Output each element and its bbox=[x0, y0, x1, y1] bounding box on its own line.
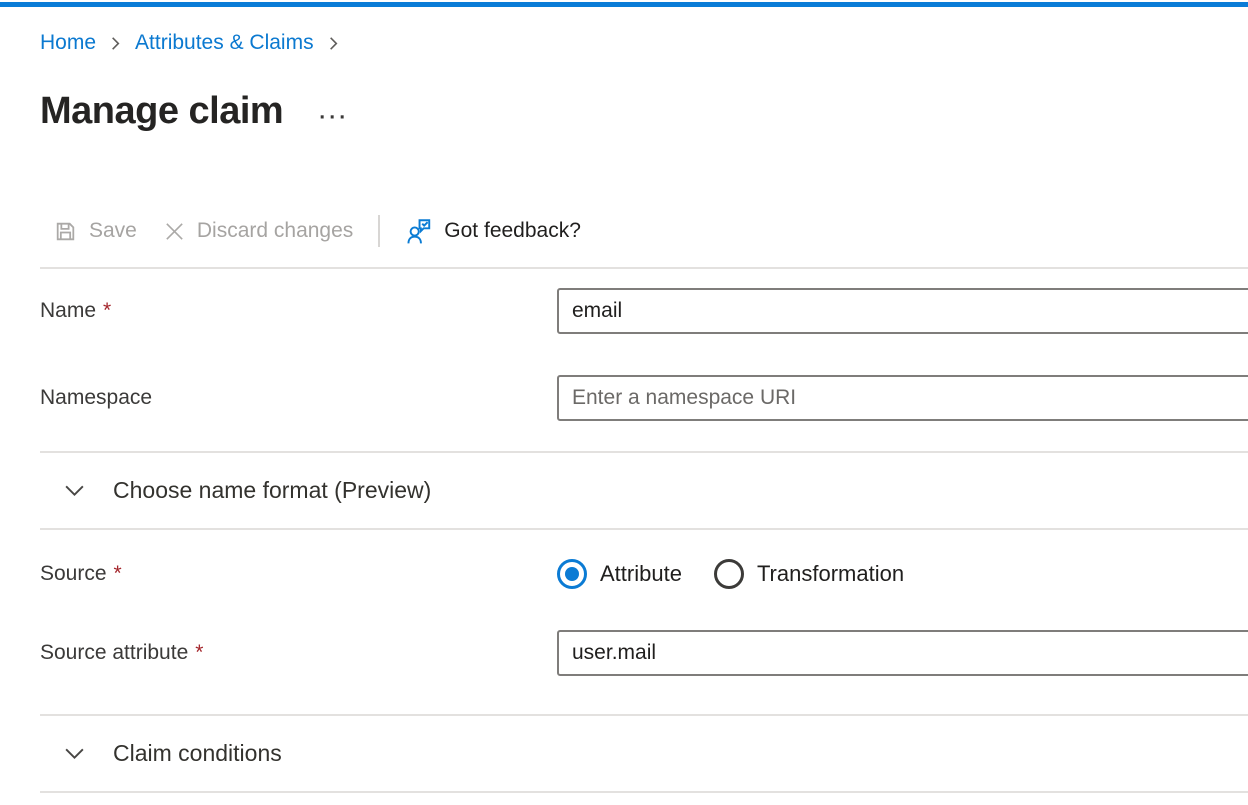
source-field-row: Source * Attribute Transformation bbox=[40, 559, 1248, 589]
feedback-person-icon bbox=[405, 217, 433, 245]
source-attribute-input[interactable] bbox=[557, 630, 1248, 676]
feedback-label: Got feedback? bbox=[444, 219, 581, 243]
got-feedback-button[interactable]: Got feedback? bbox=[392, 212, 594, 250]
source-label: Source * bbox=[40, 562, 557, 586]
breadcrumb-link-home[interactable]: Home bbox=[40, 29, 96, 57]
section-label: Choose name format (Preview) bbox=[113, 476, 431, 505]
title-row: Manage claim ··· bbox=[40, 87, 1248, 135]
source-radio-group: Attribute Transformation bbox=[557, 559, 904, 589]
chevron-down-icon bbox=[63, 479, 86, 502]
source-label-text: Source bbox=[40, 562, 107, 586]
radio-attribute[interactable]: Attribute bbox=[557, 559, 682, 589]
command-bar: Save Discard changes bbox=[40, 212, 1248, 250]
radio-selected-icon bbox=[557, 559, 587, 589]
name-field-row: Name * bbox=[40, 288, 1248, 334]
chevron-down-icon bbox=[63, 742, 86, 765]
name-label: Name * bbox=[40, 299, 557, 323]
toolbar-divider bbox=[378, 215, 380, 247]
required-asterisk: * bbox=[103, 299, 111, 323]
dismiss-icon bbox=[163, 220, 186, 243]
save-button[interactable]: Save bbox=[40, 212, 150, 250]
namespace-field-row: Namespace bbox=[40, 375, 1248, 421]
section-claim-conditions[interactable]: Claim conditions bbox=[40, 716, 1248, 791]
save-icon bbox=[53, 219, 78, 244]
radio-transformation[interactable]: Transformation bbox=[714, 559, 904, 589]
namespace-input[interactable] bbox=[557, 375, 1248, 421]
chevron-right-icon bbox=[325, 35, 342, 52]
divider bbox=[40, 791, 1248, 793]
top-accent-bar bbox=[0, 2, 1248, 7]
radio-unselected-icon bbox=[714, 559, 744, 589]
namespace-label: Namespace bbox=[40, 386, 557, 410]
source-attribute-label: Source attribute * bbox=[40, 641, 557, 665]
breadcrumb: Home Attributes & Claims bbox=[40, 29, 1248, 57]
chevron-right-icon bbox=[107, 35, 124, 52]
required-asterisk: * bbox=[195, 641, 203, 665]
name-label-text: Name bbox=[40, 299, 96, 323]
page-title: Manage claim bbox=[40, 87, 283, 135]
section-choose-name-format[interactable]: Choose name format (Preview) bbox=[40, 453, 1248, 528]
discard-changes-button[interactable]: Discard changes bbox=[150, 212, 366, 250]
source-attribute-field-row: Source attribute * bbox=[40, 630, 1248, 676]
name-input[interactable] bbox=[557, 288, 1248, 334]
discard-label: Discard changes bbox=[197, 219, 353, 243]
namespace-label-text: Namespace bbox=[40, 386, 152, 410]
source-attribute-label-text: Source attribute bbox=[40, 641, 188, 665]
breadcrumb-link-attributes-claims[interactable]: Attributes & Claims bbox=[135, 29, 314, 57]
radio-attribute-label: Attribute bbox=[600, 561, 682, 587]
manage-claim-page: Home Attributes & Claims Manage claim ··… bbox=[0, 0, 1248, 805]
more-options-button[interactable]: ··· bbox=[319, 108, 349, 128]
radio-transformation-label: Transformation bbox=[757, 561, 904, 587]
save-label: Save bbox=[89, 219, 137, 243]
divider bbox=[40, 528, 1248, 530]
divider bbox=[40, 267, 1248, 269]
section-label: Claim conditions bbox=[113, 739, 282, 768]
required-asterisk: * bbox=[114, 562, 122, 586]
